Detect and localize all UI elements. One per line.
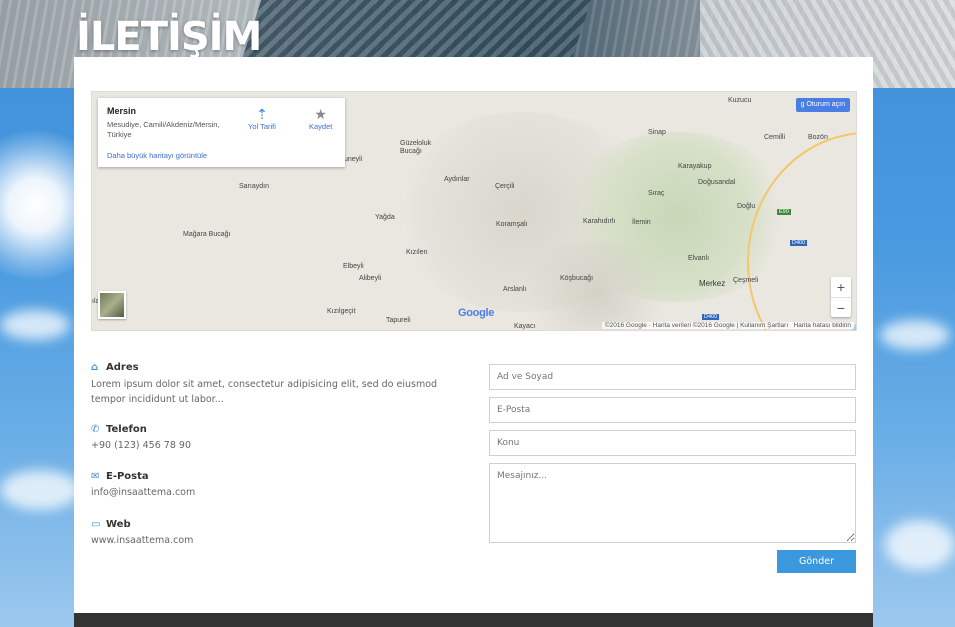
map-attribution: ©2016 Google · Harita verileri ©2016 Goo… — [601, 322, 854, 329]
phone-icon: ✆ — [91, 424, 100, 435]
map-place-label: Arslanlı — [503, 286, 527, 293]
message-textarea[interactable] — [489, 463, 856, 543]
contact-web: ▭ Web www.insaattema.com — [91, 519, 451, 548]
address-title: Adres — [106, 362, 139, 373]
contact-email: ✉ E-Posta info@insaattema.com — [91, 471, 451, 500]
zoom-out-button[interactable]: − — [831, 298, 851, 318]
larger-map-link[interactable]: Daha büyük haritayı görüntüle — [107, 151, 207, 160]
cloud-graphic — [0, 470, 80, 510]
contact-address: ⌂ Adres Lorem ipsum dolor sit amet, cons… — [91, 362, 451, 407]
email-text: info@insaattema.com — [91, 487, 196, 498]
email-title: E-Posta — [106, 471, 149, 482]
map-copyright: ©2016 Google · Harita verileri ©2016 Goo… — [604, 322, 735, 329]
map-place-label: Doğusandal — [698, 179, 736, 186]
cloud-graphic — [0, 310, 70, 340]
road-shield: D400 — [702, 314, 720, 320]
map-terrain — [512, 242, 682, 330]
map-place-label: Kızılgeçit — [327, 308, 356, 315]
name-input[interactable] — [489, 364, 856, 390]
send-button[interactable]: Gönder — [777, 550, 856, 573]
web-text: www.insaattema.com — [91, 535, 194, 546]
map-place-label: Çeşmeli — [733, 277, 759, 284]
cloud-graphic — [880, 320, 950, 350]
contact-phone: ✆ Telefon +90 (123) 456 78 90 — [91, 424, 451, 453]
map-place-label: Doğlu — [737, 203, 756, 210]
map-place-label: Kuzucu — [728, 97, 752, 104]
map-place-label: Elvanlı — [688, 255, 710, 262]
map-place-label: Karahıdırlı — [583, 218, 616, 225]
map-place-label: Güzeloluk Bucağı — [400, 140, 432, 155]
map-place-label: Köşbucağı — [560, 275, 594, 282]
google-logo: Google — [458, 307, 495, 319]
web-title: Web — [106, 519, 131, 530]
map-place-label: Elbeyli — [343, 263, 364, 270]
footer-bar — [74, 613, 873, 627]
page-title: İLETİŞİM — [76, 14, 262, 60]
map-place-label: Cemilli — [764, 134, 785, 141]
address-heading: ⌂ Adres — [91, 362, 451, 373]
map-place-address: Mesudiye, Camili/Akdeniz/Mersin, Türkiye — [107, 120, 220, 139]
map-place-label: Yağda — [375, 214, 395, 221]
directions-label: Yol Tarifi — [248, 122, 276, 131]
star-icon: ★ — [314, 106, 327, 122]
map-place-label: İlemin — [632, 219, 651, 226]
map-terms-link[interactable]: Kullanım Şartları — [740, 322, 788, 329]
map-info-card: Mersin Mesudiye, Camili/Akdeniz/Mersin, … — [98, 98, 345, 167]
map-place-label: Bozön — [808, 134, 828, 141]
phone-text: +90 (123) 456 78 90 — [91, 440, 191, 451]
google-map[interactable]: Kuzucu Sinap Cemilli Bozön Güzeloluk Buc… — [91, 91, 857, 331]
map-place-label: Aydınlar — [444, 176, 470, 183]
map-place-label: uneyli — [344, 156, 363, 163]
laptop-icon: ▭ — [91, 519, 101, 530]
email-input[interactable] — [489, 397, 856, 423]
save-place-button[interactable]: ★ Kaydet — [309, 106, 332, 131]
map-place-label: Alibeyli — [359, 275, 382, 282]
map-place-label: Merkez — [699, 279, 726, 288]
web-heading: ▭ Web — [91, 519, 451, 530]
map-place-label: Kızılen — [406, 249, 428, 256]
map-report-link[interactable]: Harita hatası bildirin — [794, 322, 851, 329]
home-icon: ⌂ — [91, 362, 99, 373]
map-place-label: Sinap — [648, 129, 666, 136]
map-place-label: Mağara Bucağı — [183, 231, 231, 238]
email-heading: ✉ E-Posta — [91, 471, 451, 482]
map-zoom-control: + − — [831, 277, 851, 317]
directions-button[interactable]: ⇡ Yol Tarifi — [248, 106, 276, 131]
address-text: Lorem ipsum dolor sit amet, consectetur … — [91, 379, 438, 405]
cloud-graphic — [885, 520, 955, 570]
phone-title: Telefon — [106, 424, 147, 435]
map-place-label: Kayacı — [514, 323, 536, 330]
map-signin-button[interactable]: g Oturum açın — [795, 98, 850, 112]
map-place-label: Sıraç — [648, 190, 665, 197]
map-place-label: Sarıaydın — [239, 183, 269, 190]
envelope-icon: ✉ — [91, 471, 100, 482]
road-shield: D400 — [790, 240, 808, 246]
map-place-label: Çerçili — [495, 183, 515, 190]
road-shield: E90 — [777, 209, 791, 215]
map-place-label: Karayakup — [678, 163, 712, 170]
signin-label: Oturum açın — [806, 101, 845, 108]
subject-input[interactable] — [489, 430, 856, 456]
map-place-label: Tapureli — [386, 317, 411, 324]
phone-heading: ✆ Telefon — [91, 424, 451, 435]
zoom-in-button[interactable]: + — [831, 277, 851, 297]
map-place-label: Koramşalı — [496, 221, 528, 228]
save-label: Kaydet — [309, 122, 333, 131]
map-place-name: Mersin — [107, 106, 137, 116]
street-view-thumbnail[interactable] — [98, 291, 126, 319]
directions-icon: ⇡ — [256, 106, 268, 122]
